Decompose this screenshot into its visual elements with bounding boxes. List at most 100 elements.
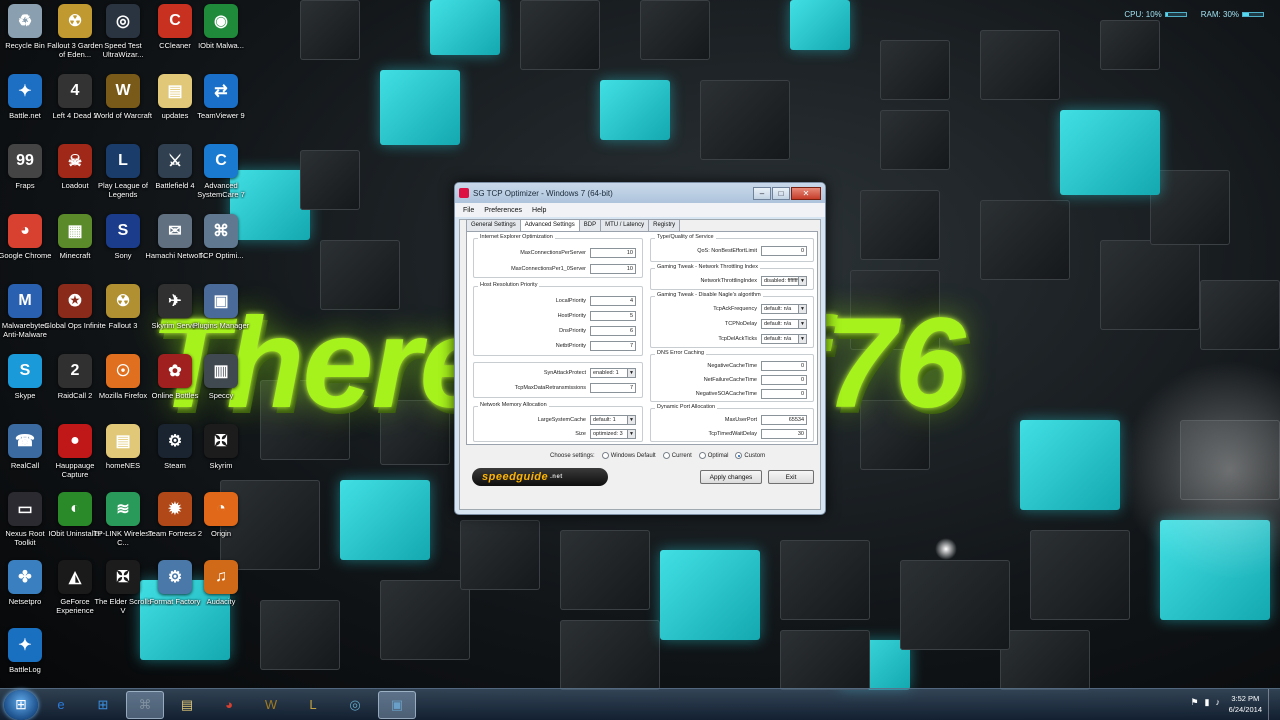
raidcall-icon: 2 [58, 354, 92, 388]
firefox-icon: ☉ [106, 354, 140, 388]
menu-file[interactable]: File [463, 207, 474, 214]
dns-priority-field[interactable]: 6 [590, 326, 636, 336]
desktop-icon-origin[interactable]: ◔ Origin [190, 492, 252, 538]
tab-general-settings[interactable]: General Settings [466, 219, 521, 231]
wallpaper-cube [1100, 20, 1160, 70]
desktop-icon-audacity[interactable]: ♫ Audacity [190, 560, 252, 606]
taskbar-button[interactable]: e [42, 691, 80, 719]
wallpaper-cube [1150, 170, 1230, 245]
setting-row: SynAttackProtect enabled: 1 ▼ [474, 367, 642, 379]
desktop-icon-label: BattleLog [9, 665, 41, 674]
max-connections-per-1-0-server-field[interactable]: 10 [590, 264, 636, 274]
tcp-timed-wait-delay-field[interactable]: 30 [761, 429, 807, 439]
radio-current[interactable]: Current [662, 452, 692, 459]
host-priority-field[interactable]: 5 [590, 311, 636, 321]
size-select[interactable]: optimized: 3 ▼ [590, 429, 636, 439]
tcp-ack-frequency-select[interactable]: default: n/a ▼ [761, 304, 807, 314]
desktop-icon-label: TeamViewer 9 [197, 111, 245, 120]
negative-soa-cache-time-field[interactable]: 0 [761, 389, 807, 399]
teamviewer-icon: ⇄ [204, 74, 238, 108]
desktop-icon-label: Advanced SystemCare 7 [197, 181, 245, 199]
tcp-del-ack-ticks-select[interactable]: default: n/a ▼ [761, 334, 807, 344]
desktop-icon-tcp-optimizer[interactable]: ⌘ TCP Optimi... [190, 214, 252, 260]
close-button[interactable]: ✕ [791, 186, 821, 200]
large-system-cache-select[interactable]: default: 1 ▼ [590, 415, 636, 425]
max-user-port-field[interactable]: 65534 [761, 415, 807, 425]
setting-row: TCPNoDelay default: n/a ▼ [651, 318, 813, 330]
window-titlebar[interactable]: SG TCP Optimizer - Windows 7 (64-bit) – … [455, 183, 825, 203]
desktop-icon-iobit[interactable]: ◉ IObit Malwa... [190, 4, 252, 50]
select-value: disabled: ffffffff [764, 278, 800, 284]
wallpaper-cube [460, 520, 540, 590]
setting-label: NetbtPriority [555, 343, 586, 349]
steam-icon: ⚙ [158, 424, 192, 458]
tcp-no-delay-select[interactable]: default: n/a ▼ [761, 319, 807, 329]
taskbar-button[interactable]: L [294, 691, 332, 719]
tcp-max-data-retransmissions-field[interactable]: 7 [590, 383, 636, 393]
tcp-optimizer-window: SG TCP Optimizer - Windows 7 (64-bit) – … [454, 182, 826, 515]
radio-windows-default[interactable]: Windows Default [601, 452, 656, 459]
setting-label: LargeSystemCache [537, 417, 586, 423]
desktop-icon-speccy[interactable]: ▥ Speccy [190, 354, 252, 400]
flag-icon[interactable]: ⚑ [1190, 697, 1198, 708]
ram-label: RAM: 30% [1200, 10, 1239, 19]
taskbar-button[interactable]: ▤ [168, 691, 206, 719]
maximize-button[interactable]: □ [772, 186, 790, 200]
qos-non-best-effort-limit-field[interactable]: 0 [761, 246, 807, 256]
net-failure-cache-time-field[interactable]: 0 [761, 375, 807, 385]
syn-attack-protect-select[interactable]: enabled: 1 ▼ [590, 368, 636, 378]
max-connections-per-server-field[interactable]: 10 [590, 248, 636, 258]
network-throttling-index-select[interactable]: disabled: ffffffff ▼ [761, 276, 807, 286]
desktop-icon-systemcare[interactable]: C Advanced SystemCare 7 [190, 144, 252, 199]
cpu-label: CPU: 10% [1124, 10, 1162, 19]
taskbar-button[interactable]: ⌘ [126, 690, 164, 719]
volume-icon[interactable]: ♪ [1216, 697, 1221, 708]
hauppauge-icon: ● [58, 424, 92, 458]
wallpaper-cube [1100, 240, 1200, 330]
minimize-button[interactable]: – [753, 186, 771, 200]
network-icon[interactable]: ▮ [1205, 697, 1210, 708]
desktop-icon-plugins-manager[interactable]: ▣ Plugins Manager [190, 284, 252, 330]
taskbar-clock[interactable]: 3:52 PM 6/24/2014 [1229, 693, 1262, 715]
tab-bdp[interactable]: BDP [578, 219, 602, 231]
group-title: Type/Quality of Service [655, 234, 716, 240]
wallpaper-cube [520, 0, 600, 70]
start-button[interactable]: ⊞ [4, 689, 38, 720]
exit-button[interactable]: Exit [768, 470, 814, 484]
tab-mtu-latency[interactable]: MTU / Latency [600, 219, 650, 231]
setting-label: NegativeSOACacheTime [695, 391, 757, 397]
desktop-icon-battlelog[interactable]: ✦ BattleLog [0, 628, 56, 674]
netbt-priority-field[interactable]: 7 [590, 341, 636, 351]
local-priority-field[interactable]: 4 [590, 296, 636, 306]
wallpaper-cube [260, 600, 340, 670]
setting-row: HostPriority 5 [474, 310, 642, 322]
radio-optimal[interactable]: Optimal [698, 452, 728, 459]
speedguide-logo[interactable]: speedguide .net [472, 468, 608, 486]
taskbar-button[interactable]: ◎ [336, 691, 374, 719]
desktop-icon-teamviewer[interactable]: ⇄ TeamViewer 9 [190, 74, 252, 120]
apply-changes-button[interactable]: Apply changes [700, 470, 762, 484]
ram-bar-fill [1243, 13, 1249, 16]
taskbar-button[interactable]: ⊞ [84, 691, 122, 719]
setting-label: NetworkThrottlingIndex [700, 278, 757, 284]
negative-cache-time-field[interactable]: 0 [761, 361, 807, 371]
tcp-optimizer-icon: ⌘ [204, 214, 238, 248]
wallpaper-cube [340, 480, 430, 560]
radio-circle-selected [735, 452, 743, 459]
radio-custom[interactable]: Custom [735, 452, 765, 459]
taskbar-button[interactable]: ◕ [210, 691, 248, 719]
wallpaper-cube [380, 70, 460, 145]
wallpaper-cube [560, 620, 660, 690]
tab-registry[interactable]: Registry [648, 219, 681, 231]
desktop-icon-skyrim[interactable]: ✠ Skyrim [190, 424, 252, 470]
menu-help[interactable]: Help [532, 207, 546, 214]
radio-label: Current [671, 452, 692, 459]
taskbar-button[interactable]: W [252, 691, 290, 719]
menu-preferences[interactable]: Preferences [484, 207, 522, 214]
league-icon: L [106, 144, 140, 178]
taskbar-button[interactable]: ▣ [378, 690, 416, 719]
show-desktop-button[interactable] [1268, 689, 1280, 720]
skyrim-icon: ✠ [204, 424, 238, 458]
desktop-icon-label: Origin [210, 529, 231, 538]
setting-label: TcpMaxDataRetransmissions [514, 385, 586, 391]
